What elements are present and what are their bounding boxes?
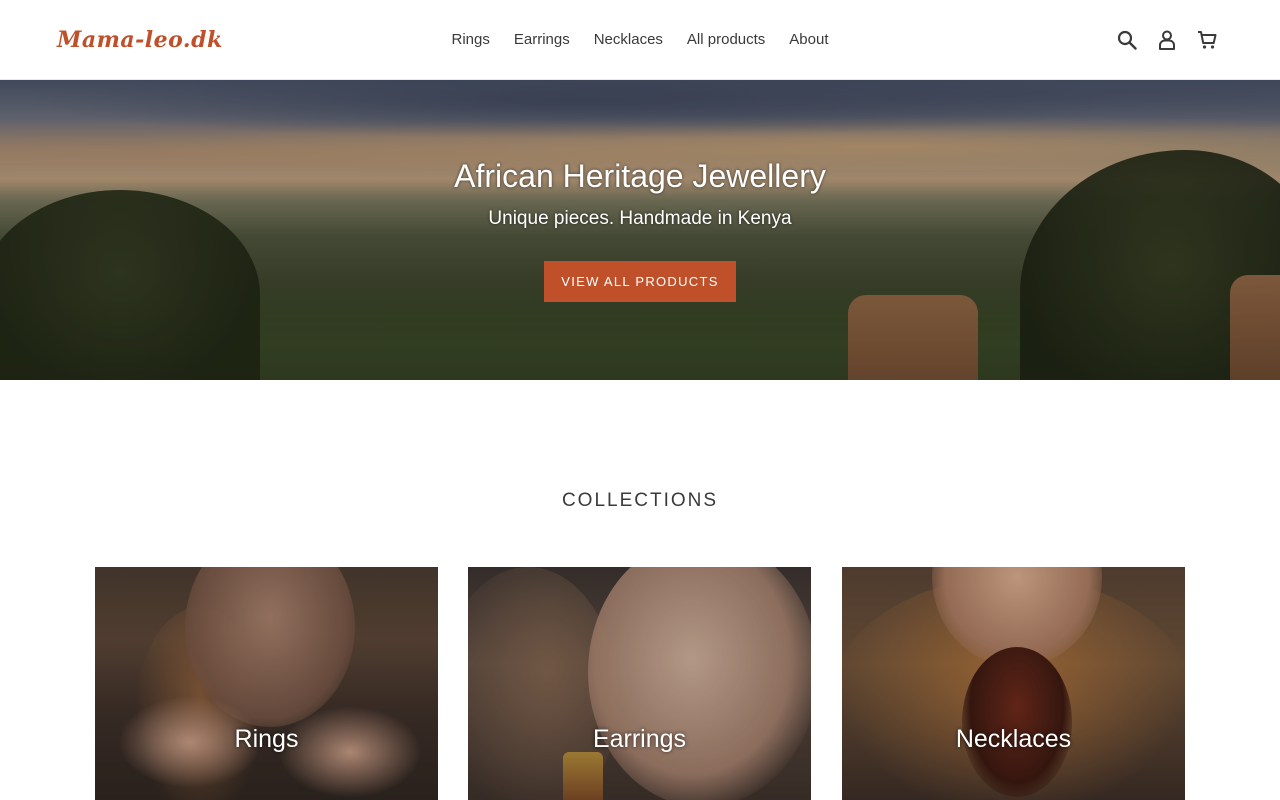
account-button[interactable] — [1154, 24, 1180, 56]
collection-card-earrings[interactable]: Earrings — [468, 567, 811, 800]
search-icon — [1117, 30, 1137, 50]
collections-title: COLLECTIONS — [561, 490, 719, 511]
nav-link-all-products[interactable]: All products — [675, 30, 777, 50]
collection-label-necklaces: Necklaces — [955, 725, 1072, 753]
nav-list: Rings Earrings Necklaces All products Ab… — [440, 30, 841, 50]
collection-label-rings: Rings — [234, 725, 299, 753]
card-overlay — [468, 567, 811, 800]
account-icon — [1159, 30, 1175, 50]
hero-title: African Heritage Jewellery — [454, 158, 826, 194]
hero-subtitle: Unique pieces. Handmade in Kenya — [488, 208, 792, 229]
nav-link-rings[interactable]: Rings — [440, 30, 502, 50]
site-logo[interactable]: Mama-leo.dk — [57, 26, 223, 54]
view-all-products-button[interactable]: VIEW ALL PRODUCTS — [544, 261, 736, 302]
hero-content: African Heritage Jewellery Unique pieces… — [0, 80, 1280, 380]
collection-card-necklaces[interactable]: Necklaces — [842, 567, 1185, 800]
cart-icon — [1198, 31, 1217, 49]
nav-link-necklaces[interactable]: Necklaces — [582, 30, 675, 50]
header-icons — [1114, 24, 1220, 56]
site-header: Mama-leo.dk Rings Earrings Necklaces All… — [0, 0, 1280, 80]
hero-banner: African Heritage Jewellery Unique pieces… — [0, 80, 1280, 380]
collection-label-earrings: Earrings — [592, 725, 687, 753]
search-button[interactable] — [1114, 24, 1140, 56]
card-overlay — [842, 567, 1185, 800]
card-overlay — [95, 567, 438, 800]
nav-link-earrings[interactable]: Earrings — [502, 30, 582, 50]
collection-card-rings[interactable]: Rings — [95, 567, 438, 800]
cart-button[interactable] — [1194, 24, 1220, 56]
nav-link-about[interactable]: About — [777, 30, 840, 50]
